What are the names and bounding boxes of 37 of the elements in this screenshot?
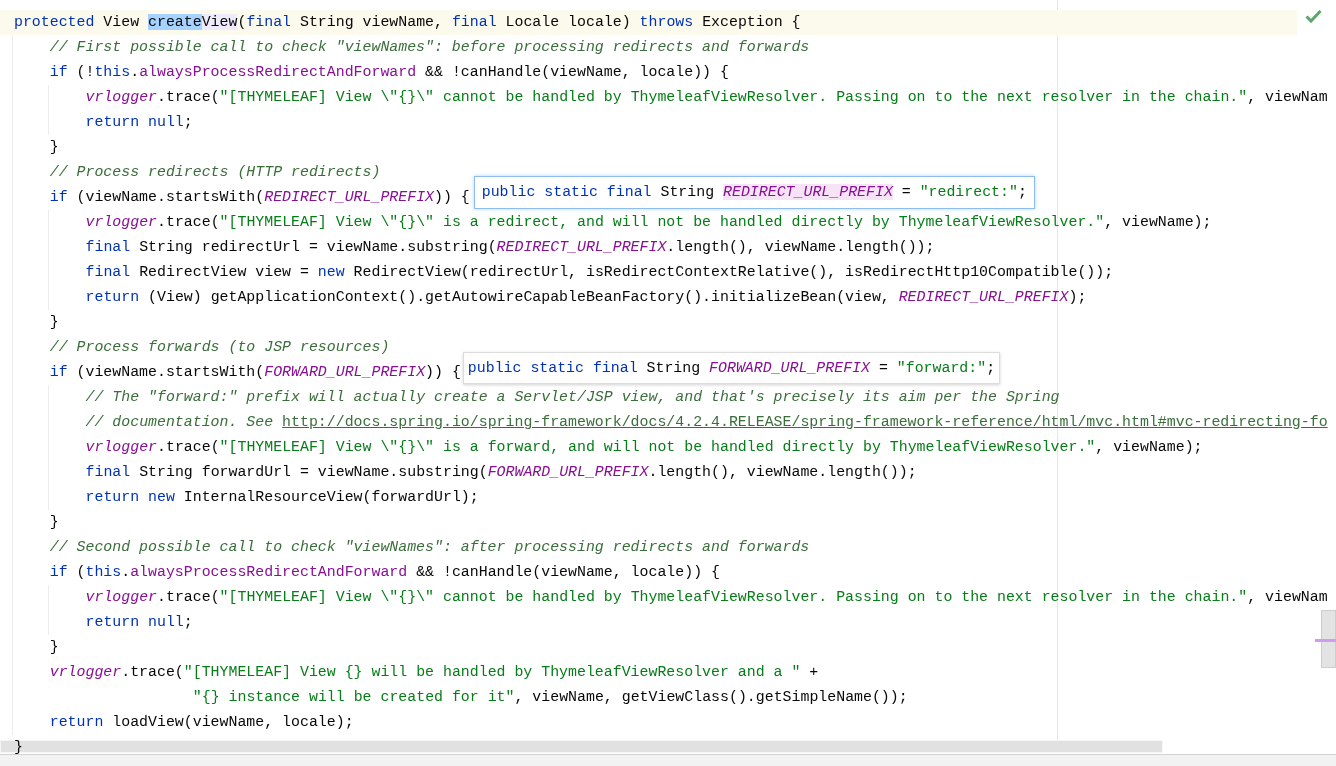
code-line: vrlogger.trace("[THYMELEAF] View {} will be handled by ThymeleafViewResolver and a " + [49, 663, 819, 682]
code-line: // First possible call to check "viewNames": before processing redirects and forwards [49, 38, 810, 57]
code-line: // The "forward:" prefix will actually create a Servlet/JSP view, and that's precisely its aim per the Spring [85, 388, 1060, 407]
code-line: return new InternalResourceView(forwardUrl); [85, 488, 479, 507]
code-line: final String forwardUrl = viewName.substring(FORWARD_URL_PREFIX.length(), viewName.length()); [85, 463, 917, 482]
code-line: } [49, 638, 59, 657]
marker-icon[interactable] [1315, 639, 1336, 642]
code-line: vrlogger.trace("[THYMELEAF] View \"{}\" is a redirect, and will not be handled directly by ThymeleafViewResolver.", viewName); [85, 213, 1212, 232]
code-snippet: public static final String FORWARD_URL_PREFIX = "forward:"; [467, 358, 996, 378]
code-line: return null; [85, 113, 193, 132]
code-line: // Process redirects (HTTP redirects) [49, 163, 381, 182]
code-line: "{} instance will be created for it", viewName, getViewClass().getSimpleName()); [192, 688, 908, 707]
code-line: // documentation. See http://docs.spring.io/spring-framework/docs/4.2.4.RELEASE/spring-framework-reference/html/mvc.html#mvc-redirecting-fo [85, 413, 1328, 432]
code-line: if (!this.alwaysProcessRedirectAndForward && !canHandle(viewName, locale)) { [49, 63, 729, 82]
code-line: vrlogger.trace("[THYMELEAF] View \"{}\" cannot be handled by ThymeleafViewResolver. Passing on to the next resolver in the chain.", viewNam [85, 88, 1328, 107]
code-line: final RedirectView view = new RedirectView(redirectUrl, isRedirectContextRelative(), isRedirectHttp10Compatible()); [85, 263, 1114, 282]
code-line: return null; [85, 613, 193, 632]
code-line: if (this.alwaysProcessRedirectAndForward && !canHandle(viewName, locale)) { [49, 563, 720, 582]
scrollbar-thumb[interactable] [1321, 610, 1336, 668]
code-line: // Process forwards (to JSP resources) [49, 338, 390, 357]
check-icon[interactable] [1305, 9, 1322, 23]
code-line: } [49, 313, 59, 332]
code-line: vrlogger.trace("[THYMELEAF] View \"{}\" is a forward, and will not be handled directly by ThymeleafViewResolver.", viewName); [85, 438, 1203, 457]
code-line: vrlogger.trace("[THYMELEAF] View \"{}\" cannot be handled by ThymeleafViewResolver. Passing on to the next resolver in the chain.", viewNam [85, 588, 1328, 607]
link[interactable]: http://docs.spring.io/spring-framework/docs/4.2.4.RELEASE/spring-framework-reference/html/mvc.html#mvc-redirecting-fo [282, 414, 1328, 430]
code-line: final String redirectUrl = viewName.substring(REDIRECT_URL_PREFIX.length(), viewName.length()); [85, 238, 935, 257]
code-snippet: public static final String REDIRECT_URL_PREFIX = "redirect:"; [481, 183, 1027, 202]
code-line: return (View) getApplicationContext().getAutowireCapableBeanFactory().initializeBean(view, REDIRECT_URL_PREFIX); [85, 288, 1087, 307]
code-line: } [14, 738, 23, 757]
code-line: // Second possible call to check "viewNames": after processing redirects and forwards [49, 538, 810, 557]
horizontal-scrollbar[interactable] [0, 740, 1163, 753]
code-line: if (viewName.startsWith(FORWARD_URL_PREFIX)) { [49, 363, 461, 382]
code-line: } [49, 138, 59, 157]
code-line: protected View createView(final String viewName, final Locale locale) throws Exception { [14, 13, 801, 32]
code-line: return loadView(viewName, locale); [49, 713, 354, 732]
code-line: if (viewName.startsWith(REDIRECT_URL_PREFIX)) { [49, 188, 470, 207]
code-line: } [49, 513, 59, 532]
